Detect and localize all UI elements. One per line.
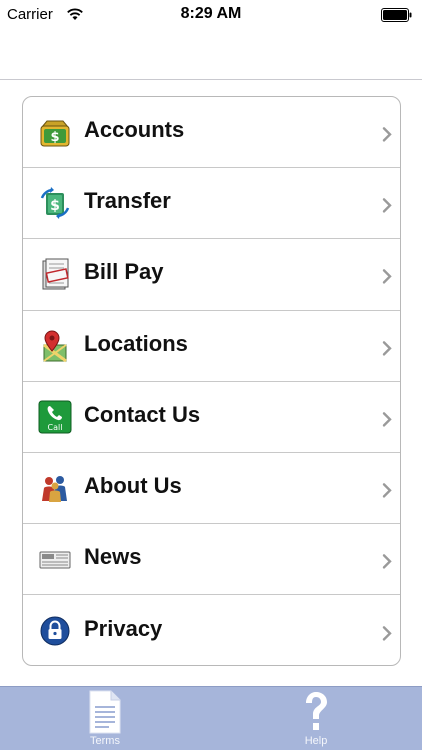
menu-item-bill-pay[interactable]: Bill Pay bbox=[23, 239, 400, 311]
tab-terms-label: Terms bbox=[90, 735, 120, 747]
chevron-right-icon bbox=[382, 626, 392, 641]
menu-item-privacy[interactable]: Privacy bbox=[23, 595, 400, 665]
battery-icon bbox=[381, 8, 412, 22]
call-icon-text: Call bbox=[48, 423, 63, 432]
main-menu: $ Accounts $ Transfer Bill Pay Locations… bbox=[22, 96, 401, 666]
money-bag-icon: $ bbox=[38, 115, 72, 149]
chevron-right-icon bbox=[382, 554, 392, 569]
menu-item-contact-us[interactable]: Call Contact Us bbox=[23, 382, 400, 453]
menu-item-label: About Us bbox=[84, 472, 182, 498]
status-time: 8:29 AM bbox=[180, 5, 242, 22]
chevron-right-icon bbox=[382, 127, 392, 142]
menu-item-label: Contact Us bbox=[84, 401, 201, 427]
svg-text:$: $ bbox=[50, 198, 60, 214]
map-pin-icon bbox=[38, 329, 72, 363]
question-mark-icon bbox=[306, 692, 327, 730]
status-bar: Carrier 8:29 AM bbox=[0, 0, 422, 30]
tab-terms[interactable]: Terms bbox=[65, 687, 145, 750]
menu-item-locations[interactable]: Locations bbox=[23, 311, 400, 382]
paid-bill-icon bbox=[38, 257, 72, 291]
tab-bar: Terms Help bbox=[0, 686, 422, 750]
tab-help-label: Help bbox=[304, 735, 328, 747]
call-icon: Call bbox=[38, 400, 72, 434]
menu-item-news[interactable]: News bbox=[23, 524, 400, 596]
menu-item-label: Locations bbox=[84, 330, 188, 356]
newspaper-icon bbox=[38, 542, 72, 576]
chevron-right-icon bbox=[382, 483, 392, 498]
menu-item-transfer[interactable]: $ Transfer bbox=[23, 168, 400, 240]
transfer-icon: $ bbox=[38, 186, 72, 220]
menu-item-accounts[interactable]: $ Accounts bbox=[23, 97, 400, 169]
menu-item-label: Privacy bbox=[84, 615, 163, 641]
document-icon bbox=[89, 690, 121, 734]
navigation-bar bbox=[0, 30, 422, 80]
menu-item-about-us[interactable]: About Us bbox=[23, 453, 400, 525]
menu-item-label: Accounts bbox=[84, 117, 185, 143]
people-icon bbox=[38, 471, 72, 505]
chevron-right-icon bbox=[382, 198, 392, 213]
chevron-right-icon bbox=[382, 412, 392, 427]
menu-item-label: Transfer bbox=[84, 188, 171, 214]
menu-item-label: Bill Pay bbox=[84, 259, 164, 285]
chevron-right-icon bbox=[382, 340, 392, 356]
menu-item-label: News bbox=[84, 544, 142, 570]
svg-text:$: $ bbox=[50, 130, 59, 145]
tab-help[interactable]: Help bbox=[276, 687, 356, 750]
chevron-right-icon bbox=[382, 269, 392, 285]
lock-icon bbox=[38, 614, 72, 648]
